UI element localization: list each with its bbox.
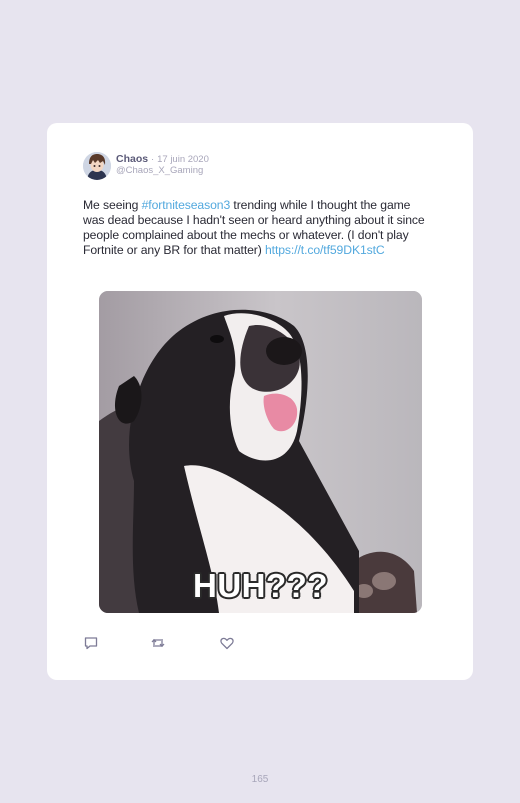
page-number: 165 [251, 774, 269, 785]
hashtag-link[interactable]: #fortniteseason3 [142, 198, 231, 212]
tweet-media[interactable]: HUH??? [99, 291, 422, 613]
avatar-image [83, 152, 111, 180]
tweet-text: Me seeing #fortniteseason3 trending whil… [83, 198, 428, 258]
tweet-url-link[interactable]: https://t.co/tf59DK1stC [265, 243, 385, 257]
tweet-card: Chaos · 17 juin 2020 @Chaos_X_Gaming Me … [47, 123, 473, 680]
retweet-icon[interactable] [150, 635, 166, 651]
gif-caption: HUH??? [193, 567, 328, 604]
tweet-actions [83, 635, 283, 651]
dog-gif-image [99, 291, 422, 613]
avatar[interactable] [83, 152, 111, 180]
author-name[interactable]: Chaos [116, 153, 148, 165]
tweet-text-start: Me seeing [83, 198, 142, 212]
heart-icon[interactable] [219, 635, 235, 651]
tweet-date[interactable]: 17 juin 2020 [157, 154, 209, 165]
author-handle[interactable]: @Chaos_X_Gaming [116, 165, 203, 176]
meta-separator: · [151, 154, 155, 165]
comment-icon[interactable] [83, 635, 99, 651]
